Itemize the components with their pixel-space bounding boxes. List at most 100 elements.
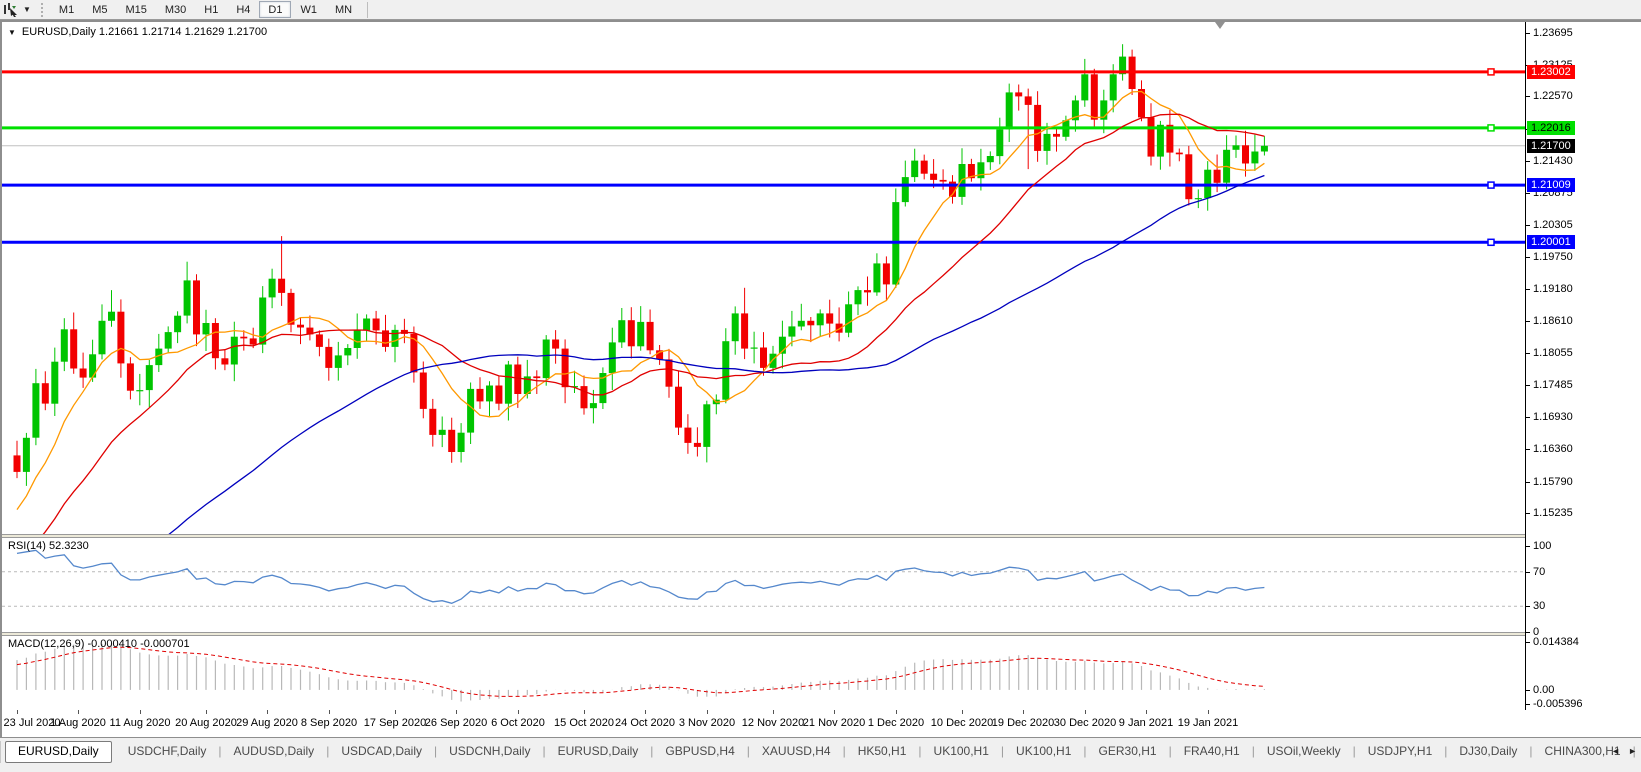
rsi-tick-label: 70 [1526, 566, 1545, 578]
axis-tick-mark [1526, 482, 1530, 483]
date-tick-label: 6 Oct 2020 [491, 717, 545, 729]
date-tick-mark [707, 710, 708, 714]
axis-tick-mark [1526, 546, 1530, 547]
macd-histogram [17, 643, 1264, 702]
chart-tab-xauusd-h4[interactable]: XAUUSD,H4 [750, 741, 843, 761]
price-axis[interactable]: 1.236951.231251.225701.220001.214301.208… [1525, 22, 1641, 710]
chart-shift-marker[interactable] [1215, 22, 1225, 29]
chart-tab-uk100-h1[interactable]: UK100,H1 [1004, 741, 1083, 761]
tab-scroll-right-button[interactable]: ► [1628, 746, 1637, 756]
date-tick-label: 20 Aug 2020 [175, 717, 237, 729]
price-tick-label: 1.22570 [1526, 90, 1573, 102]
date-tick-mark [518, 710, 519, 714]
rsi-panel[interactable] [2, 538, 1525, 632]
date-axis[interactable]: 23 Jul 20201 Aug 202011 Aug 202020 Aug 2… [2, 710, 1641, 739]
macd-tick-label: 0.014384 [1526, 636, 1579, 648]
date-tick-label: 30 Dec 2020 [1054, 717, 1116, 729]
axis-tick-mark [1526, 193, 1530, 194]
chart-tab-fra40-h1[interactable]: FRA40,H1 [1172, 741, 1252, 761]
date-tick-mark [645, 710, 646, 714]
chart-tab-audusd-daily[interactable]: AUDUSD,Daily [222, 741, 327, 761]
price-chart-panel[interactable] [2, 22, 1525, 534]
timeframe-button-d1[interactable]: D1 [259, 1, 291, 18]
date-tick-mark [267, 710, 268, 714]
chart-tab-usoil-weekly[interactable]: USOil,Weekly [1255, 741, 1353, 761]
axis-tick-mark [1526, 385, 1530, 386]
date-tick-label: 19 Jan 2021 [1178, 717, 1239, 729]
date-tick-label: 1 Aug 2020 [50, 717, 106, 729]
date-tick-mark [896, 710, 897, 714]
price-tick-label: 1.20305 [1526, 219, 1573, 231]
axis-tick-mark [1526, 642, 1530, 643]
rsi-tick-label: 100 [1526, 540, 1551, 552]
chart-tab-usdcad-daily[interactable]: USDCAD,Daily [329, 741, 434, 761]
chart-dropdown-icon[interactable]: ▼ [8, 28, 16, 37]
date-tick-label: 8 Sep 2020 [301, 717, 357, 729]
chart-title-text: EURUSD,Daily 1.21661 1.21714 1.21629 1.2… [22, 26, 267, 38]
date-tick-label: 17 Sep 2020 [364, 717, 426, 729]
level-price-tag[interactable]: 1.20001 [1527, 235, 1575, 249]
axis-tick-mark [1526, 321, 1530, 322]
rsi-label: RSI(14) 52.3230 [8, 540, 89, 552]
level-price-tag[interactable]: 1.22016 [1527, 121, 1575, 135]
chart-tab-eurusd-daily[interactable]: EURUSD,Daily [5, 741, 112, 763]
date-tick-label: 12 Nov 2020 [742, 717, 804, 729]
timeframe-button-m1[interactable]: M1 [50, 1, 83, 18]
macd-label: MACD(12,26,9) -0.000410 -0.000701 [8, 638, 190, 650]
chart-cursor-tool-button[interactable]: ▼ [0, 0, 37, 19]
chart-tab-dj30-daily[interactable]: DJ30,Daily [1447, 741, 1529, 761]
date-tick-mark [456, 710, 457, 714]
price-tick-label: 1.15235 [1526, 507, 1573, 519]
tab-scroll-left-button[interactable]: ◄ [1611, 746, 1620, 756]
timeframe-button-mn[interactable]: MN [326, 1, 361, 18]
current-price-tag[interactable]: 1.21700 [1527, 139, 1575, 153]
line-handle [1488, 239, 1494, 245]
level-price-tag[interactable]: 1.21009 [1527, 178, 1575, 192]
chart-tab-bar: EURUSD,DailyUSDCHF,Daily|AUDUSD,Daily|US… [0, 737, 1641, 772]
price-tick-label: 1.18610 [1526, 315, 1573, 327]
chart-tab-usdjpy-h1[interactable]: USDJPY,H1 [1356, 741, 1444, 761]
timeframe-button-m15[interactable]: M15 [116, 1, 155, 18]
date-tick-mark [834, 710, 835, 714]
axis-tick-mark [1526, 353, 1530, 354]
date-tick-label: 10 Dec 2020 [931, 717, 993, 729]
date-tick-mark [584, 710, 585, 714]
date-tick-label: 29 Aug 2020 [236, 717, 298, 729]
chart-tab-ger30-h1[interactable]: GER30,H1 [1087, 741, 1169, 761]
chevron-down-icon: ▼ [23, 5, 31, 14]
price-tick-label: 1.16360 [1526, 443, 1573, 455]
date-tick-mark [78, 710, 79, 714]
macd-panel[interactable] [2, 636, 1525, 710]
date-tick-mark [206, 710, 207, 714]
price-tick-label: 1.15790 [1526, 476, 1573, 488]
timeframe-button-h4[interactable]: H4 [227, 1, 259, 18]
rsi-tick-label: 30 [1526, 600, 1545, 612]
date-tick-mark [17, 710, 18, 714]
axis-tick-mark [1526, 449, 1530, 450]
chart-tab-usdchf-daily[interactable]: USDCHF,Daily [116, 741, 219, 761]
macd-tick-label: 0.00 [1526, 684, 1554, 696]
date-tick-label: 3 Nov 2020 [679, 717, 735, 729]
chart-tab-gbpusd-h4[interactable]: GBPUSD,H4 [653, 741, 746, 761]
date-tick-label: 1 Dec 2020 [868, 717, 924, 729]
chart-title: ▼ EURUSD,Daily 1.21661 1.21714 1.21629 1… [8, 26, 267, 38]
date-tick-label: 15 Oct 2020 [554, 717, 614, 729]
timeframe-button-w1[interactable]: W1 [291, 1, 326, 18]
timeframe-button-m30[interactable]: M30 [156, 1, 195, 18]
chart-tab-eurusd-daily[interactable]: EURUSD,Daily [546, 741, 651, 761]
axis-tick-mark [1526, 632, 1530, 633]
date-tick-mark [140, 710, 141, 714]
chart-tab-hk50-h1[interactable]: HK50,H1 [846, 741, 919, 761]
toolbar-grip[interactable] [41, 3, 44, 17]
chart-tab-usdcnh-daily[interactable]: USDCNH,Daily [437, 741, 542, 761]
chart-tab-uk100-h1[interactable]: UK100,H1 [922, 741, 1001, 761]
price-tick-label: 1.19750 [1526, 251, 1573, 263]
axis-tick-mark [1526, 513, 1530, 514]
timeframe-button-h1[interactable]: H1 [195, 1, 227, 18]
date-tick-label: 24 Oct 2020 [615, 717, 675, 729]
date-tick-label: 11 Aug 2020 [110, 717, 171, 729]
level-price-tag[interactable]: 1.23002 [1527, 65, 1575, 79]
date-tick-mark [1023, 710, 1024, 714]
date-tick-mark [1146, 710, 1147, 714]
timeframe-button-m5[interactable]: M5 [83, 1, 116, 18]
